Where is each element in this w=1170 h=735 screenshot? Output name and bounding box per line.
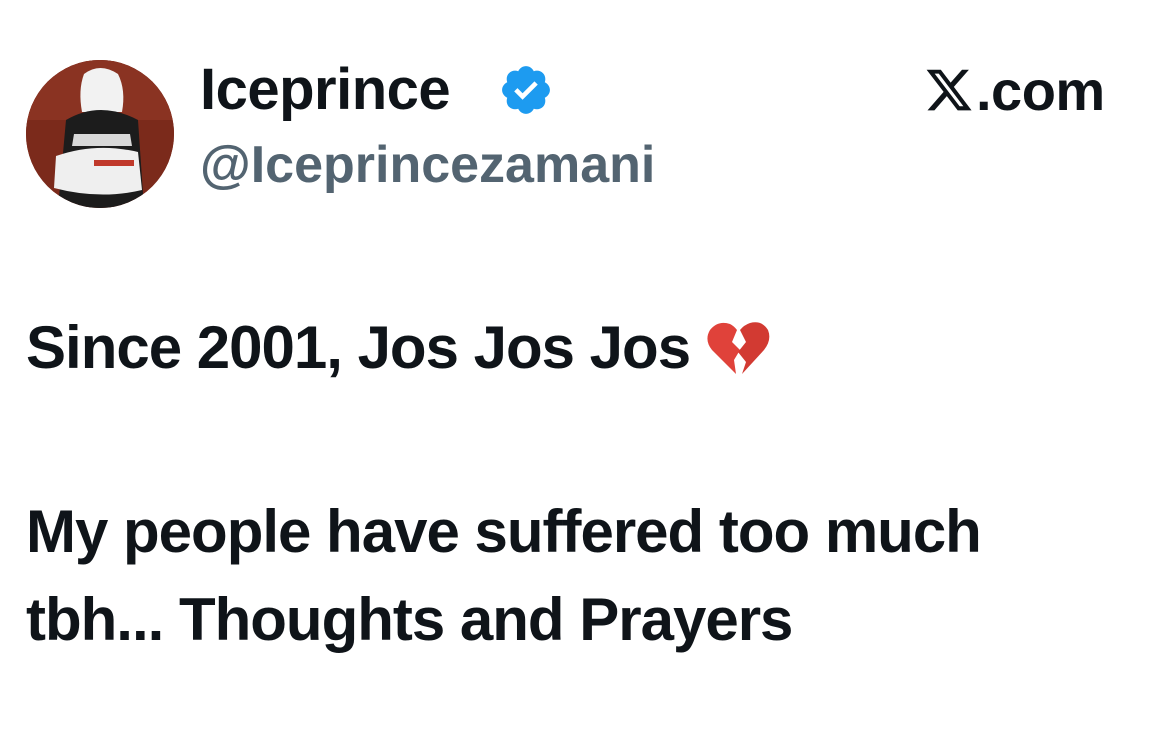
verified-badge-icon xyxy=(502,66,550,114)
avatar[interactable] xyxy=(26,60,174,208)
source-domain: .com xyxy=(976,58,1105,122)
broken-heart-icon xyxy=(707,322,770,374)
tweet-line-1-text: Since 2001, Jos Jos Jos xyxy=(26,314,691,381)
avatar-photo xyxy=(26,60,174,208)
x-logo-icon xyxy=(926,69,972,111)
source-link[interactable]: .com xyxy=(924,54,1105,126)
tweet-text-line-1: Since 2001, Jos Jos Jos xyxy=(26,312,770,384)
tweet-text-line-2: My people have suffered too much xyxy=(26,498,982,565)
handle[interactable]: @Iceprincezamani xyxy=(200,130,655,200)
display-name[interactable]: Iceprince xyxy=(200,54,451,126)
tweet-text-line-3: tbh... Thoughts and Prayers xyxy=(26,586,793,653)
